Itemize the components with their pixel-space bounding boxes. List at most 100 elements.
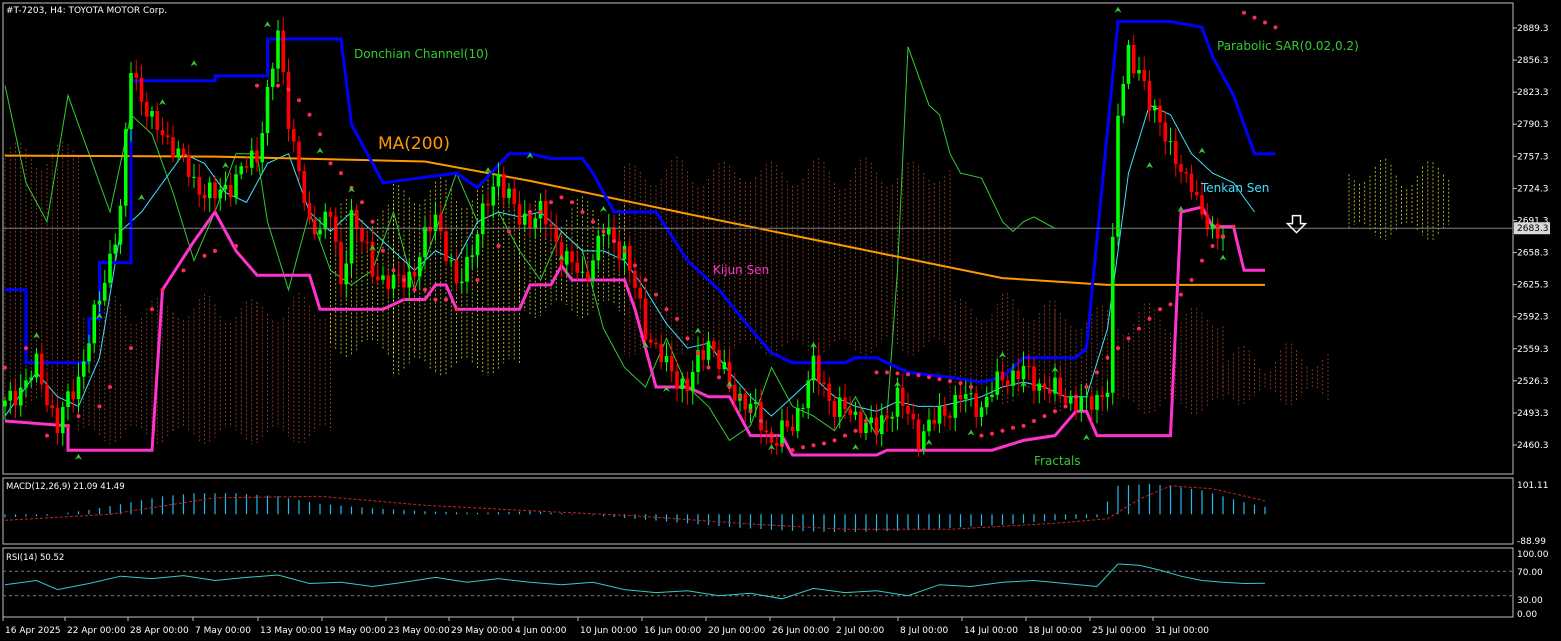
candle-body — [234, 174, 238, 198]
candle-body — [475, 234, 480, 256]
candle-body — [585, 271, 590, 280]
candle-body — [1200, 195, 1204, 215]
rsi-title: RSI(14) 50.52 — [6, 553, 64, 563]
x-tick-label: 13 May 00:00 — [260, 626, 322, 636]
parabolic-sar-dot — [255, 83, 259, 88]
candle-body — [13, 390, 18, 406]
y-tick-label: 2823.3 — [1517, 88, 1549, 98]
candle-body — [39, 353, 44, 385]
candle-body — [858, 411, 863, 434]
parabolic-sar-dot — [769, 433, 774, 438]
candle-body — [832, 400, 837, 417]
candle-body — [160, 130, 165, 136]
parabolic-sar-dot — [664, 307, 669, 312]
candle-body — [916, 419, 921, 450]
candle-body — [1053, 377, 1057, 394]
candle-body — [559, 242, 564, 265]
y-tick-label: 2658.3 — [1517, 249, 1549, 259]
parabolic-sar-dot — [160, 287, 165, 292]
parabolic-sar-dot — [654, 292, 658, 297]
candle-body — [8, 390, 13, 401]
candle-body — [454, 260, 459, 284]
candle-body — [270, 68, 275, 87]
y-tick-label: 2724.3 — [1517, 184, 1549, 194]
parabolic-sar-dot — [633, 263, 637, 268]
parabolic-sar-dot — [1032, 418, 1036, 423]
candle — [1126, 39, 1131, 90]
candle-body — [1215, 223, 1220, 239]
x-tick-label: 18 Jul 00:00 — [1028, 626, 1082, 636]
candle-body — [375, 276, 380, 280]
candle-body — [155, 111, 160, 131]
candle-body — [449, 260, 454, 262]
candle-body — [743, 393, 748, 410]
candle-body — [958, 395, 963, 399]
candle-body — [123, 129, 128, 206]
candle-body — [685, 378, 690, 392]
candle-body — [423, 226, 427, 258]
candle-body — [706, 341, 711, 360]
candle-body — [486, 203, 490, 206]
candle-body — [459, 281, 464, 284]
parabolic-sar-dot — [528, 210, 532, 215]
candle-body — [1021, 365, 1026, 380]
candle-body — [1068, 396, 1073, 404]
parabolic-sar-dot — [234, 244, 238, 249]
candle-body — [895, 387, 900, 417]
candle-body — [465, 256, 469, 282]
parabolic-sar-dot — [717, 375, 721, 380]
x-tick-label: 20 Jun 00:00 — [708, 626, 765, 636]
candle-body — [638, 287, 643, 299]
x-tick-label: 14 Jul 00:00 — [964, 626, 1018, 636]
candle-body — [648, 339, 653, 343]
candle-body — [344, 263, 349, 285]
candle-body — [979, 407, 984, 418]
candle-body — [438, 214, 443, 232]
parabolic-sar-dot — [612, 239, 616, 244]
candle-body — [1042, 383, 1047, 389]
parabolic-sar-dot — [66, 423, 70, 428]
candle-body — [81, 361, 86, 377]
chart-svg: 2889.32856.32823.32790.32757.32724.32691… — [0, 0, 1561, 641]
parabolic-sar-dot — [1126, 336, 1131, 341]
candle-body — [66, 391, 70, 408]
candle-body — [276, 30, 280, 69]
candle-body — [444, 231, 448, 262]
candle-body — [1063, 396, 1068, 404]
x-tick-label: 25 Jul 00:00 — [1092, 626, 1146, 636]
parabolic-sar-dot — [1021, 423, 1026, 428]
parabolic-sar-dot — [969, 384, 973, 389]
parabolic-sar-dot — [1147, 316, 1152, 321]
parabolic-sar-dot — [916, 373, 921, 378]
parabolic-sar-dot — [843, 433, 847, 438]
rsi-tick-100: 100.00 — [1517, 550, 1549, 560]
candle-body — [281, 30, 286, 72]
candle-body — [1142, 69, 1147, 82]
parabolic-sar-dot — [895, 371, 900, 376]
parabolic-sar-dot — [454, 307, 459, 312]
candle-body — [1116, 115, 1120, 237]
candle-body — [827, 383, 832, 401]
candle-body — [801, 407, 805, 409]
parabolic-sar-dot — [496, 244, 501, 249]
candle-body — [669, 355, 674, 372]
parabolic-sar-dot — [622, 248, 627, 253]
parabolic-sar-dot — [307, 112, 312, 117]
parabolic-sar-dot — [643, 278, 648, 283]
candle-body — [627, 245, 632, 271]
parabolic-sar-dot — [1053, 409, 1057, 414]
candle-body — [921, 431, 926, 450]
candle-body — [1084, 396, 1089, 398]
candle-body — [171, 137, 175, 158]
candle-body — [307, 203, 312, 220]
candle-body — [1037, 383, 1042, 391]
candle-body — [1158, 105, 1162, 123]
y-tick-label: 2592.3 — [1517, 313, 1549, 323]
parabolic-sar-dot — [1221, 234, 1225, 239]
candle-body — [617, 241, 622, 260]
candle-body — [1163, 122, 1168, 142]
candle-body — [785, 420, 790, 427]
candle-body — [853, 411, 858, 415]
candle-body — [942, 405, 947, 416]
parabolic-sar-dot — [853, 428, 858, 433]
